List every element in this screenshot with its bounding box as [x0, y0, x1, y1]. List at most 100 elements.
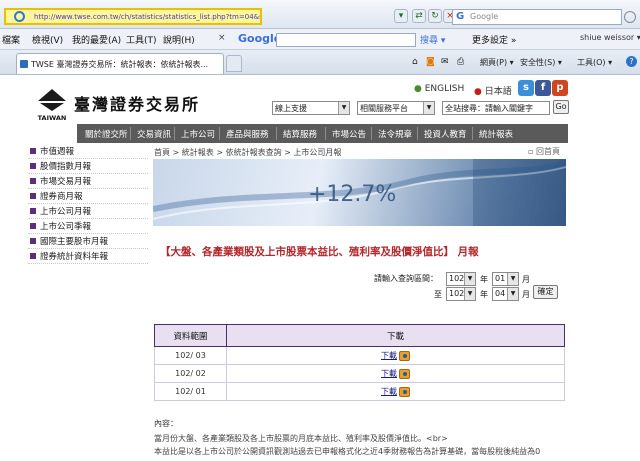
twse-logo[interactable]: TAIWAN — [34, 87, 70, 123]
download-icon[interactable] — [399, 350, 410, 361]
address-bar: http://www.twse.com.tw/ch/statistics/sta… — [0, 0, 640, 29]
nav-separator — [174, 127, 175, 140]
bullet-icon — [30, 238, 36, 244]
table-row: 102/ 01 下載 — [154, 382, 565, 401]
download-link[interactable]: 下載 — [381, 387, 397, 396]
nav-listed-companies[interactable]: 上市公司 — [181, 128, 215, 140]
sidebar-item-intl-markets[interactable]: 國際主要股市月報 — [28, 235, 148, 249]
download-link[interactable]: 下載 — [381, 369, 397, 378]
security-menu[interactable]: 安全性(S) ▾ — [520, 57, 562, 68]
browser-search-input[interactable]: G Google — [452, 9, 622, 25]
sidebar-item-index-monthly[interactable]: 股價指數月報 — [28, 160, 148, 174]
nav-separator — [276, 127, 277, 140]
rss-icon[interactable]: ◙ — [426, 57, 435, 67]
bullet-icon — [30, 223, 36, 229]
nav-about[interactable]: 關於證交所 — [85, 128, 128, 140]
download-cell: 下載 — [226, 346, 565, 365]
to-month-select[interactable]: 04 ▼ — [492, 287, 519, 301]
new-tab-button[interactable] — [226, 55, 242, 72]
tab-twse[interactable]: TWSE 臺灣證券交易所：統計報表：依統計報表... — [16, 53, 224, 74]
tab-title: TWSE 臺灣證券交易所：統計報表：依統計報表... — [31, 60, 209, 69]
lang-japanese-link[interactable]: ● 日本語 — [474, 84, 512, 97]
nav-trading-info[interactable]: 交易資訊 — [137, 128, 171, 140]
more-settings-button[interactable]: 更多設定 » — [472, 33, 516, 46]
google-search-button[interactable]: 搜尋 ▾ — [420, 33, 445, 46]
to-year-select[interactable]: 102 ▼ — [446, 287, 476, 301]
bullet-icon — [30, 178, 36, 184]
download-icon[interactable] — [399, 386, 410, 397]
menu-view[interactable]: 檢視(V) — [32, 33, 63, 46]
bullet-icon — [30, 193, 36, 199]
home-icon[interactable]: ⌂ — [412, 57, 418, 67]
site-search-go-button[interactable]: Go — [553, 100, 569, 114]
site-title[interactable]: 臺灣證券交易所 — [74, 91, 200, 115]
refresh-icon[interactable]: ↻ — [428, 9, 442, 23]
sidebar-item-broker-monthly[interactable]: 證券商月報 — [28, 190, 148, 204]
url-field[interactable]: http://www.twse.com.tw/ch/statistics/sta… — [4, 8, 262, 25]
to-month-unit: 月 — [522, 290, 530, 299]
share-icon[interactable]: s — [518, 80, 534, 96]
menu-file[interactable]: 檔案 — [2, 33, 20, 46]
online-support-select[interactable]: 線上支援 ▼ — [272, 101, 350, 115]
breadcrumb[interactable]: 首頁 > 統計報表 > 依統計報表查詢 > 上市公司月報 — [154, 147, 341, 158]
tools-menu[interactable]: 工具(O) ▾ — [577, 57, 612, 68]
site-search-input[interactable]: 全站搜尋：請輸入關鍵字 — [442, 101, 550, 115]
help-icon[interactable]: ? — [626, 56, 637, 67]
bullet-icon — [30, 163, 36, 169]
to-year-unit: 年 — [480, 290, 488, 299]
nav-separator — [417, 127, 418, 140]
facebook-icon[interactable]: f — [535, 80, 551, 96]
search-magnifier-icon[interactable] — [624, 11, 636, 23]
bullet-icon — [30, 253, 36, 259]
sidebar-item-market-trading[interactable]: 市場交易月報 — [28, 175, 148, 189]
close-toolbar-icon[interactable]: × — [218, 33, 226, 43]
user-account[interactable]: shiue weissor ▾ — [580, 33, 640, 42]
search-placeholder: Google — [470, 12, 499, 21]
lang-english-link[interactable]: ● ENGLISH — [414, 84, 464, 94]
content-description-line1: 當月份大盤、各產業類股及各上市股票的月底本益比、殖利率及股價淨值比。<br> — [154, 434, 448, 443]
to-prefix: 至 — [434, 290, 442, 299]
menu-tools[interactable]: 工具(T) — [126, 33, 157, 46]
globe-icon: ● — [414, 84, 422, 94]
nav-clearing[interactable]: 結算服務 — [283, 128, 317, 140]
tab-bar: TWSE 臺灣證券交易所：統計報表：依統計報表... ⌂ ◙ ✉ ⎙ 網頁(P)… — [0, 50, 640, 75]
main-nav: 關於證交所 交易資訊 上市公司 產品與服務 結算服務 市場公告 法令規章 投資人… — [77, 124, 568, 143]
google-toolbar-search[interactable] — [276, 33, 416, 47]
svg-text:TAIWAN: TAIWAN — [38, 114, 67, 122]
from-year-select[interactable]: 102 ▼ — [446, 272, 476, 286]
sidebar-item-listed-quarterly[interactable]: 上市公司季報 — [28, 220, 148, 234]
nav-announcements[interactable]: 市場公告 — [332, 128, 366, 140]
service-platform-select[interactable]: 相關服務平台 ▼ — [357, 101, 435, 115]
content-description-line2: 本益比是以各上市公司於公開資訊觀測站過去已申報格式化之近4季財務報告為計算基礎，… — [154, 447, 541, 456]
compat-view-icon[interactable]: ⇄ — [412, 9, 426, 23]
site-favicon — [20, 60, 28, 68]
twse-logo-icon: TAIWAN — [38, 89, 67, 122]
google-g-icon: G — [456, 11, 465, 22]
sidebar-item-annual-stats[interactable]: 證券統計資料年報 — [28, 250, 148, 264]
svg-text:+12.7%: +12.7% — [308, 182, 396, 207]
range-cell: 102/ 02 — [154, 364, 227, 383]
from-month-select[interactable]: 01 ▼ — [492, 272, 519, 286]
nav-regulations[interactable]: 法令規章 — [378, 128, 412, 140]
plurk-icon[interactable]: p — [552, 80, 568, 96]
sidebar-item-listed-monthly[interactable]: 上市公司月報 — [28, 205, 148, 219]
mail-icon[interactable]: ✉ — [441, 57, 449, 67]
menu-help[interactable]: 說明(H) — [163, 33, 195, 46]
menu-favorites[interactable]: 我的最愛(A) — [72, 33, 121, 46]
table-row: 102/ 03 下載 — [154, 346, 565, 365]
nav-investor-education[interactable]: 投資人教育 — [424, 128, 467, 140]
bullet-icon — [30, 208, 36, 214]
download-icon[interactable] — [399, 368, 410, 379]
page-menu[interactable]: 網頁(P) ▾ — [480, 57, 514, 68]
from-year-unit: 年 — [480, 275, 488, 284]
sidebar-item-weekly-market-cap[interactable]: 市值週報 — [28, 145, 148, 159]
column-header-range: 資料範圍 — [154, 324, 227, 347]
download-link[interactable]: 下載 — [381, 351, 397, 360]
from-month-unit: 月 — [522, 275, 530, 284]
home-link[interactable]: ▫ 回首頁 — [528, 146, 560, 157]
nav-products[interactable]: 產品與服務 — [226, 128, 269, 140]
confirm-button[interactable]: 確定 — [533, 285, 558, 299]
print-icon[interactable]: ⎙ — [457, 57, 464, 67]
nav-statistics[interactable]: 統計報表 — [479, 128, 513, 140]
dropdown-arrow-icon[interactable]: ▾ — [394, 9, 408, 23]
